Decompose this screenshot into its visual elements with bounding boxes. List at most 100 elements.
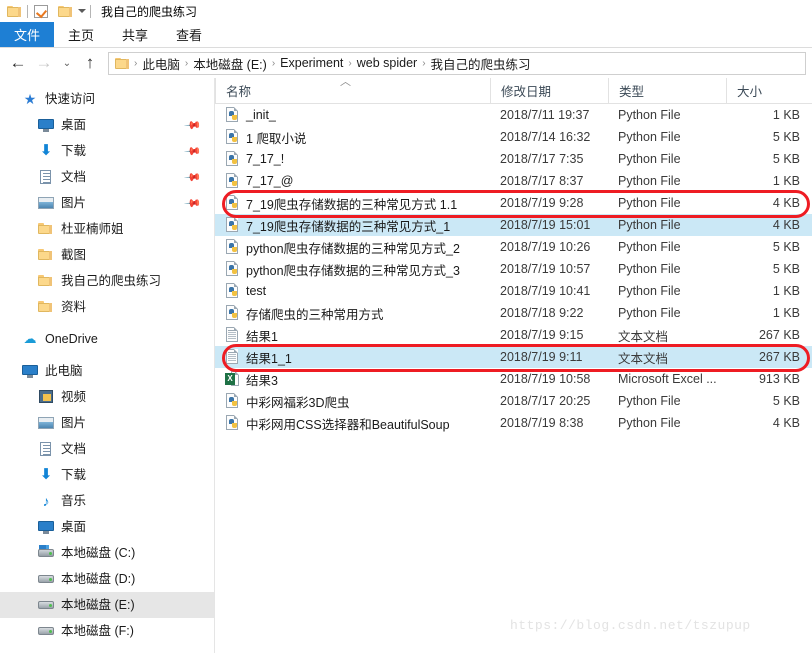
sidebar-item-drive-d[interactable]: 本地磁盘 (D:) [0,566,214,592]
sidebar-item-materials[interactable]: 资料 [0,294,214,320]
file-size-cell: 913 KB [758,372,800,386]
breadcrumb-drive-e[interactable]: 本地磁盘 (E:) [189,54,271,73]
breadcrumb-web-spider[interactable]: web spider [353,56,421,70]
file-name-cell: 中彩网福彩3D爬虫 [215,392,490,411]
customize-dropdown-icon[interactable] [78,9,86,13]
file-type-cell: Python File [618,174,681,188]
file-date-cell: 2018/7/17 7:35 [500,152,584,166]
column-header-type[interactable]: 类型 [608,77,726,104]
pin-icon[interactable]: 📌 [184,142,203,160]
sidebar-item-drive-c[interactable]: 本地磁盘 (C:) [0,540,214,566]
python-file-icon [225,217,240,233]
sidebar-item-pictures[interactable]: 图片 📌 [0,190,214,216]
sidebar-item-label: 截图 [61,247,87,262]
window-title: 我自己的爬虫练习 [101,4,198,19]
table-row[interactable]: python爬虫存储数据的三种常见方式_3 2018/7/19 10:57 Pyth… [215,258,812,280]
breadcrumb-this-pc[interactable]: 此电脑 [138,54,184,73]
file-name-cell: 7_19爬虫存储数据的三种常见方式 1.1 [215,194,490,213]
file-rows: _init_ 2018/7/11 19:37 Python File 1 KB 1 爬取… [215,104,812,434]
file-date-cell: 2018/7/11 19:37 [500,108,590,122]
file-type-cell: Python File [618,196,681,210]
file-size-cell: 5 KB [772,130,800,144]
file-name-cell: python爬虫存储数据的三种常见方式_3 [215,260,490,279]
table-row[interactable]: 存储爬虫的三种常用方式 2018/7/18 9:22 Python File 1 KB [215,302,812,324]
sidebar-item-pictures-pc[interactable]: 图片 [0,410,214,436]
file-explorer-window: 我自己的爬虫练习 文件 主页 共享 查看 ← → ⌄ ↑ › 此电脑 › 本地磁… [0,0,812,653]
table-row[interactable]: 1 爬取小说 2018/7/14 16:32 Python File 5 KB [215,126,812,148]
table-row[interactable]: python爬虫存储数据的三种常见方式_2 2018/7/19 10:26 Pyth… [215,236,812,258]
file-type-cell: Python File [618,262,681,276]
file-name-cell: 中彩网用CSS选择器和BeautifulSoup [215,414,490,433]
sidebar-item-videos[interactable]: 视频 [0,384,214,410]
sidebar-item-desktop[interactable]: 桌面 📌 [0,112,214,138]
table-row[interactable]: X 结果3 2018/7/19 10:58 Microsoft Excel ... 91… [215,368,812,390]
star-icon: ★ [23,91,37,107]
drive-icon [38,623,54,639]
file-type-cell: Python File [618,218,681,232]
table-row[interactable]: 结果1 2018/7/19 9:15 文本文档 267 KB [215,324,812,346]
python-file-icon [225,415,240,431]
up-arrow-icon[interactable]: ↑ [78,51,102,75]
file-size-cell: 5 KB [772,152,800,166]
sidebar-item-screenshots[interactable]: 截图 [0,242,214,268]
tab-share[interactable]: 共享 [108,22,162,47]
file-date-cell: 2018/7/19 8:38 [500,416,584,430]
address-bar[interactable]: › 此电脑 › 本地磁盘 (E:) › Experiment › web spi… [108,51,806,75]
file-date-cell: 2018/7/19 9:28 [500,196,584,210]
pin-icon[interactable]: 📌 [184,168,203,186]
column-header-date[interactable]: 修改日期 [490,77,608,104]
folder-icon [38,299,54,315]
file-name-cell: 结果1_1 [215,348,490,367]
sidebar-item-downloads-pc[interactable]: ⬇ 下载 [0,462,214,488]
sidebar-item-drive-f[interactable]: 本地磁盘 (F:) [0,618,214,644]
sidebar-item-desktop-pc[interactable]: 桌面 [0,514,214,540]
sidebar-group-this-pc[interactable]: 此电脑 [0,358,214,384]
sidebar-item-documents[interactable]: 文档 📌 [0,164,214,190]
forward-arrow-icon[interactable]: → [32,51,56,75]
python-file-icon [225,195,240,211]
breadcrumb-experiment[interactable]: Experiment [276,56,347,70]
file-type-cell: Python File [618,284,681,298]
breadcrumb-current-folder[interactable]: 我自己的爬虫练习 [427,54,535,73]
table-row[interactable]: 7_17_! 2018/7/17 7:35 Python File 5 KB [215,148,812,170]
back-arrow-icon[interactable]: ← [6,51,30,75]
table-row[interactable]: 结果1_1 2018/7/19 9:11 文本文档 267 KB [215,346,812,368]
column-header-size[interactable]: 大小 [726,77,812,104]
sidebar-item-drive-e[interactable]: 本地磁盘 (E:) [0,592,214,618]
pin-icon[interactable]: 📌 [184,116,203,134]
table-row[interactable]: test 2018/7/19 10:41 Python File 1 KB [215,280,812,302]
toolbar-divider [27,4,28,18]
sidebar-item-documents-pc[interactable]: 文档 [0,436,214,462]
documents-icon [38,169,54,185]
pin-icon[interactable]: 📌 [184,194,203,212]
sidebar-item-downloads[interactable]: ⬇ 下载 📌 [0,138,214,164]
tab-view[interactable]: 查看 [162,22,216,47]
video-icon [38,389,54,405]
properties-checkbox-icon[interactable] [32,2,50,20]
table-row[interactable]: 中彩网福彩3D爬虫 2018/7/17 20:25 Python File 5 KB [215,390,812,412]
tab-file[interactable]: 文件 [0,22,55,47]
table-row[interactable]: _init_ 2018/7/11 19:37 Python File 1 KB [215,104,812,126]
system-drive-icon [38,545,54,561]
sidebar-group-quick-access[interactable]: ★ 快速访问 [0,86,214,112]
sidebar-item-duyanan[interactable]: 杜亚楠师姐 [0,216,214,242]
sidebar-item-label: 文档 [61,169,87,184]
table-row[interactable]: 7_17_@ 2018/7/17 8:37 Python File 1 KB [215,170,812,192]
table-row[interactable]: 中彩网用CSS选择器和BeautifulSoup 2018/7/19 8:38 Py… [215,412,812,434]
sidebar-item-label: 资料 [61,299,87,314]
file-name-label: 中彩网用CSS选择器和BeautifulSoup [246,417,450,432]
sidebar-group-onedrive[interactable]: ☁ OneDrive [0,326,214,352]
table-row[interactable]: 7_19爬虫存储数据的三种常见方式 1.1 2018/7/19 9:28 Pytho… [215,192,812,214]
file-name-label: 7_17_@ [246,174,294,188]
recent-locations-dropdown-icon[interactable]: ⌄ [58,51,76,75]
table-row[interactable]: 7_19爬虫存储数据的三种常见方式_1 2018/7/19 15:01 Python… [215,214,812,236]
tab-home[interactable]: 主页 [54,22,108,47]
file-list-pane: ︿ 名称 修改日期 类型 大小 _init_ 2018/7/11 19:37 Pyt… [215,77,812,653]
new-folder-icon[interactable] [56,2,74,20]
sidebar-item-music[interactable]: ♪ 音乐 [0,488,214,514]
column-header-name[interactable]: 名称 [215,77,490,104]
title-bar: 我自己的爬虫练习 [0,0,812,22]
sidebar-item-my-spider-practice[interactable]: 我自己的爬虫练习 [0,268,214,294]
navigation-pane: ★ 快速访问 桌面 📌 ⬇ 下载 📌 文档 📌 图片 📌 杜亚楠师姐 截图 我自… [0,78,215,653]
desktop-icon [38,519,54,535]
